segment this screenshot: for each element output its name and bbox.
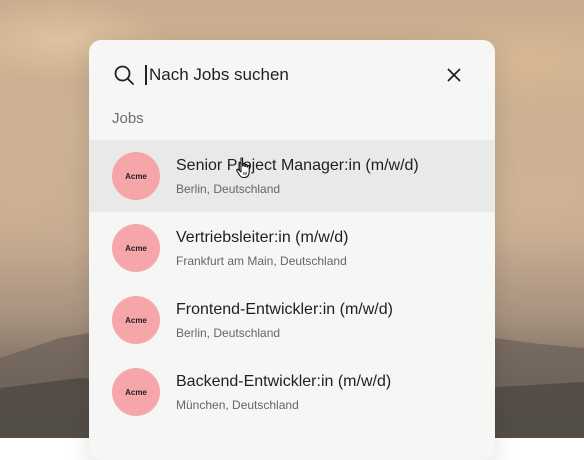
job-search-dialog: Jobs Acme Senior Project Manager:in (m/w…	[89, 40, 495, 460]
job-location: Frankfurt am Main, Deutschland	[176, 254, 347, 268]
text-caret	[145, 65, 147, 85]
search-bar	[89, 40, 495, 108]
job-list: Acme Senior Project Manager:in (m/w/d) B…	[89, 140, 495, 428]
section-label-jobs: Jobs	[112, 110, 144, 127]
job-item[interactable]: Acme Backend-Entwickler:in (m/w/d) Münch…	[89, 356, 495, 428]
job-item[interactable]: Acme Senior Project Manager:in (m/w/d) B…	[89, 140, 495, 212]
job-item[interactable]: Acme Frontend-Entwickler:in (m/w/d) Berl…	[89, 284, 495, 356]
job-title: Frontend-Entwickler:in (m/w/d)	[176, 301, 393, 318]
close-icon[interactable]	[443, 64, 465, 86]
company-logo: Acme	[112, 368, 160, 416]
job-location: Berlin, Deutschland	[176, 182, 281, 196]
hand-pointer-icon	[236, 157, 250, 179]
company-logo: Acme	[112, 152, 160, 200]
company-logo: Acme	[112, 224, 160, 272]
job-title: Backend-Entwickler:in (m/w/d)	[176, 373, 392, 390]
search-icon	[114, 65, 134, 85]
job-location: Berlin, Deutschland	[176, 326, 281, 340]
job-title: Senior Project Manager:in (m/w/d)	[176, 157, 419, 174]
search-input[interactable]	[149, 62, 449, 88]
job-item[interactable]: Acme Vertriebsleiter:in (m/w/d) Frankfur…	[89, 212, 495, 284]
job-location: München, Deutschland	[176, 398, 299, 412]
job-title: Vertriebsleiter:in (m/w/d)	[176, 229, 349, 246]
company-logo: Acme	[112, 296, 160, 344]
